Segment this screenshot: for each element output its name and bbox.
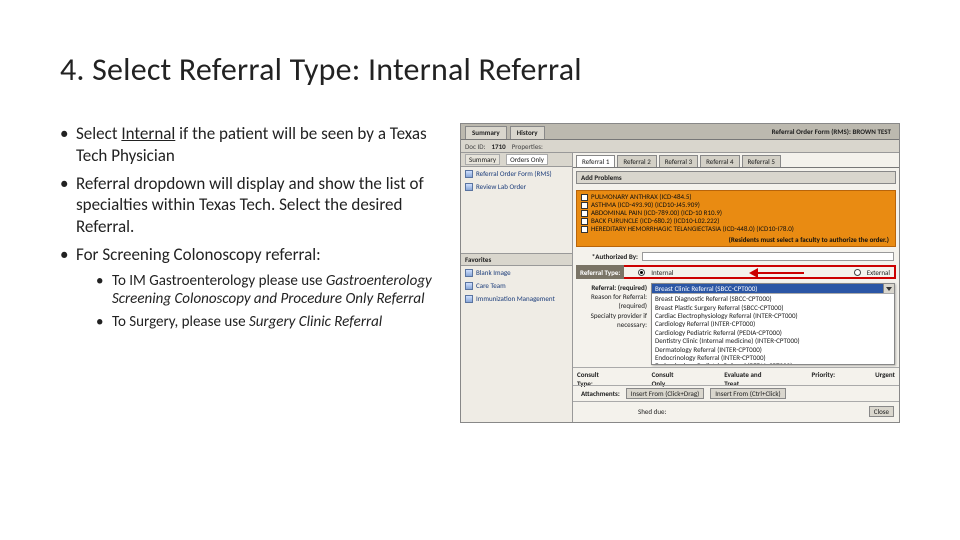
sub-bullet-2: To Surgery, please use Surgery Clinic Re…	[96, 313, 450, 332]
nav-review-lab-order[interactable]: Review Lab Order	[461, 180, 572, 193]
radio-external-label: External	[867, 268, 890, 277]
favorites-header: Favorites	[461, 253, 572, 266]
form-icon	[465, 295, 473, 303]
radio-external[interactable]	[854, 269, 861, 276]
bullet-2: Referral dropdown will display and show …	[60, 173, 450, 238]
fav-blank-image[interactable]: Blank Image	[461, 266, 572, 279]
subtab-summary[interactable]: Summary	[465, 154, 500, 165]
referral-type-row: Referral Type: Internal External	[576, 265, 896, 279]
referral-dropdown[interactable]: Breast Clinic Referral (SBCC-CPT000) Bre…	[651, 283, 895, 365]
subtab-orders-only[interactable]: Orders Only	[506, 154, 548, 165]
tab-history[interactable]: History	[510, 126, 545, 139]
form-icon	[465, 269, 473, 277]
checkbox-icon[interactable]	[581, 202, 588, 209]
tab-referral-5[interactable]: Referral 5	[742, 155, 781, 167]
tab-referral-4[interactable]: Referral 4	[700, 155, 739, 167]
form-field-labels: Referral: (required) Reason for Referral…	[577, 283, 647, 365]
problems-panel: PULMONARY ANTHRAX (ICD-484.5) ASTHMA (IC…	[576, 190, 896, 247]
sub-bullet-1: To IM Gastroenterology please use Gastro…	[96, 272, 450, 310]
form-icon	[465, 183, 473, 191]
chevron-down-icon[interactable]	[883, 284, 894, 293]
residents-note: (Residents must select a faculty to auth…	[581, 235, 889, 244]
radio-internal-label: Internal	[651, 268, 673, 277]
screenshot: Summary History Referral Order Form (RMS…	[460, 123, 900, 423]
insert-from-click-button[interactable]: Insert From (Ctrl+Click)	[710, 388, 785, 399]
consult-type-row: Consult Type: Consult Only Evaluate and …	[573, 367, 899, 385]
authorized-by-label: *Authorized By:	[578, 252, 638, 261]
form-icon	[465, 282, 473, 290]
red-arrow-annotation	[749, 269, 804, 277]
instruction-text: Select Internal if the patient will be s…	[60, 123, 450, 423]
checkbox-icon[interactable]	[581, 194, 588, 201]
fav-immunization[interactable]: Immunization Management	[461, 292, 572, 305]
radio-internal[interactable]	[638, 269, 645, 276]
add-problems-bar[interactable]: Add Problems	[576, 171, 896, 184]
bullet-3: For Screening Colonoscopy referral: To I…	[60, 244, 450, 332]
properties-label: Properties:	[512, 142, 543, 151]
checkbox-icon[interactable]	[581, 210, 588, 217]
dropdown-selected: Breast Clinic Referral (SBCC-CPT000)	[652, 284, 883, 293]
fav-care-team[interactable]: Care Team	[461, 279, 572, 292]
bullet-1: Select Internal if the patient will be s…	[60, 123, 450, 167]
authorized-by-input[interactable]	[642, 252, 894, 261]
checkbox-icon[interactable]	[581, 218, 588, 225]
referral-type-label: Referral Type:	[576, 265, 624, 279]
checkbox-icon[interactable]	[581, 226, 588, 233]
form-icon	[465, 170, 473, 178]
tab-referral-3[interactable]: Referral 3	[659, 155, 698, 167]
form-title: Referral Order Form (RMS): BROWN TEST	[768, 126, 895, 139]
close-button[interactable]: Close	[869, 406, 894, 417]
nav-referral-order-form[interactable]: Referral Order Form (RMS)	[461, 167, 572, 180]
docid-label: Doc ID:	[465, 142, 485, 151]
attachments-label: Attachments:	[577, 389, 620, 398]
dropdown-list[interactable]: Breast Diagnostic Referral (SBCC-CPT000)…	[652, 294, 894, 365]
tab-referral-1[interactable]: Referral 1	[576, 155, 615, 167]
insert-from-drag-button[interactable]: Insert From (Click+Drag)	[626, 388, 705, 399]
slide-title: 4. Select Referral Type: Internal Referr…	[60, 50, 900, 89]
shed-due-label: Shed due:	[638, 407, 666, 416]
docid-value: 1710	[491, 142, 505, 151]
tab-summary[interactable]: Summary	[465, 126, 507, 139]
tab-referral-2[interactable]: Referral 2	[617, 155, 656, 167]
